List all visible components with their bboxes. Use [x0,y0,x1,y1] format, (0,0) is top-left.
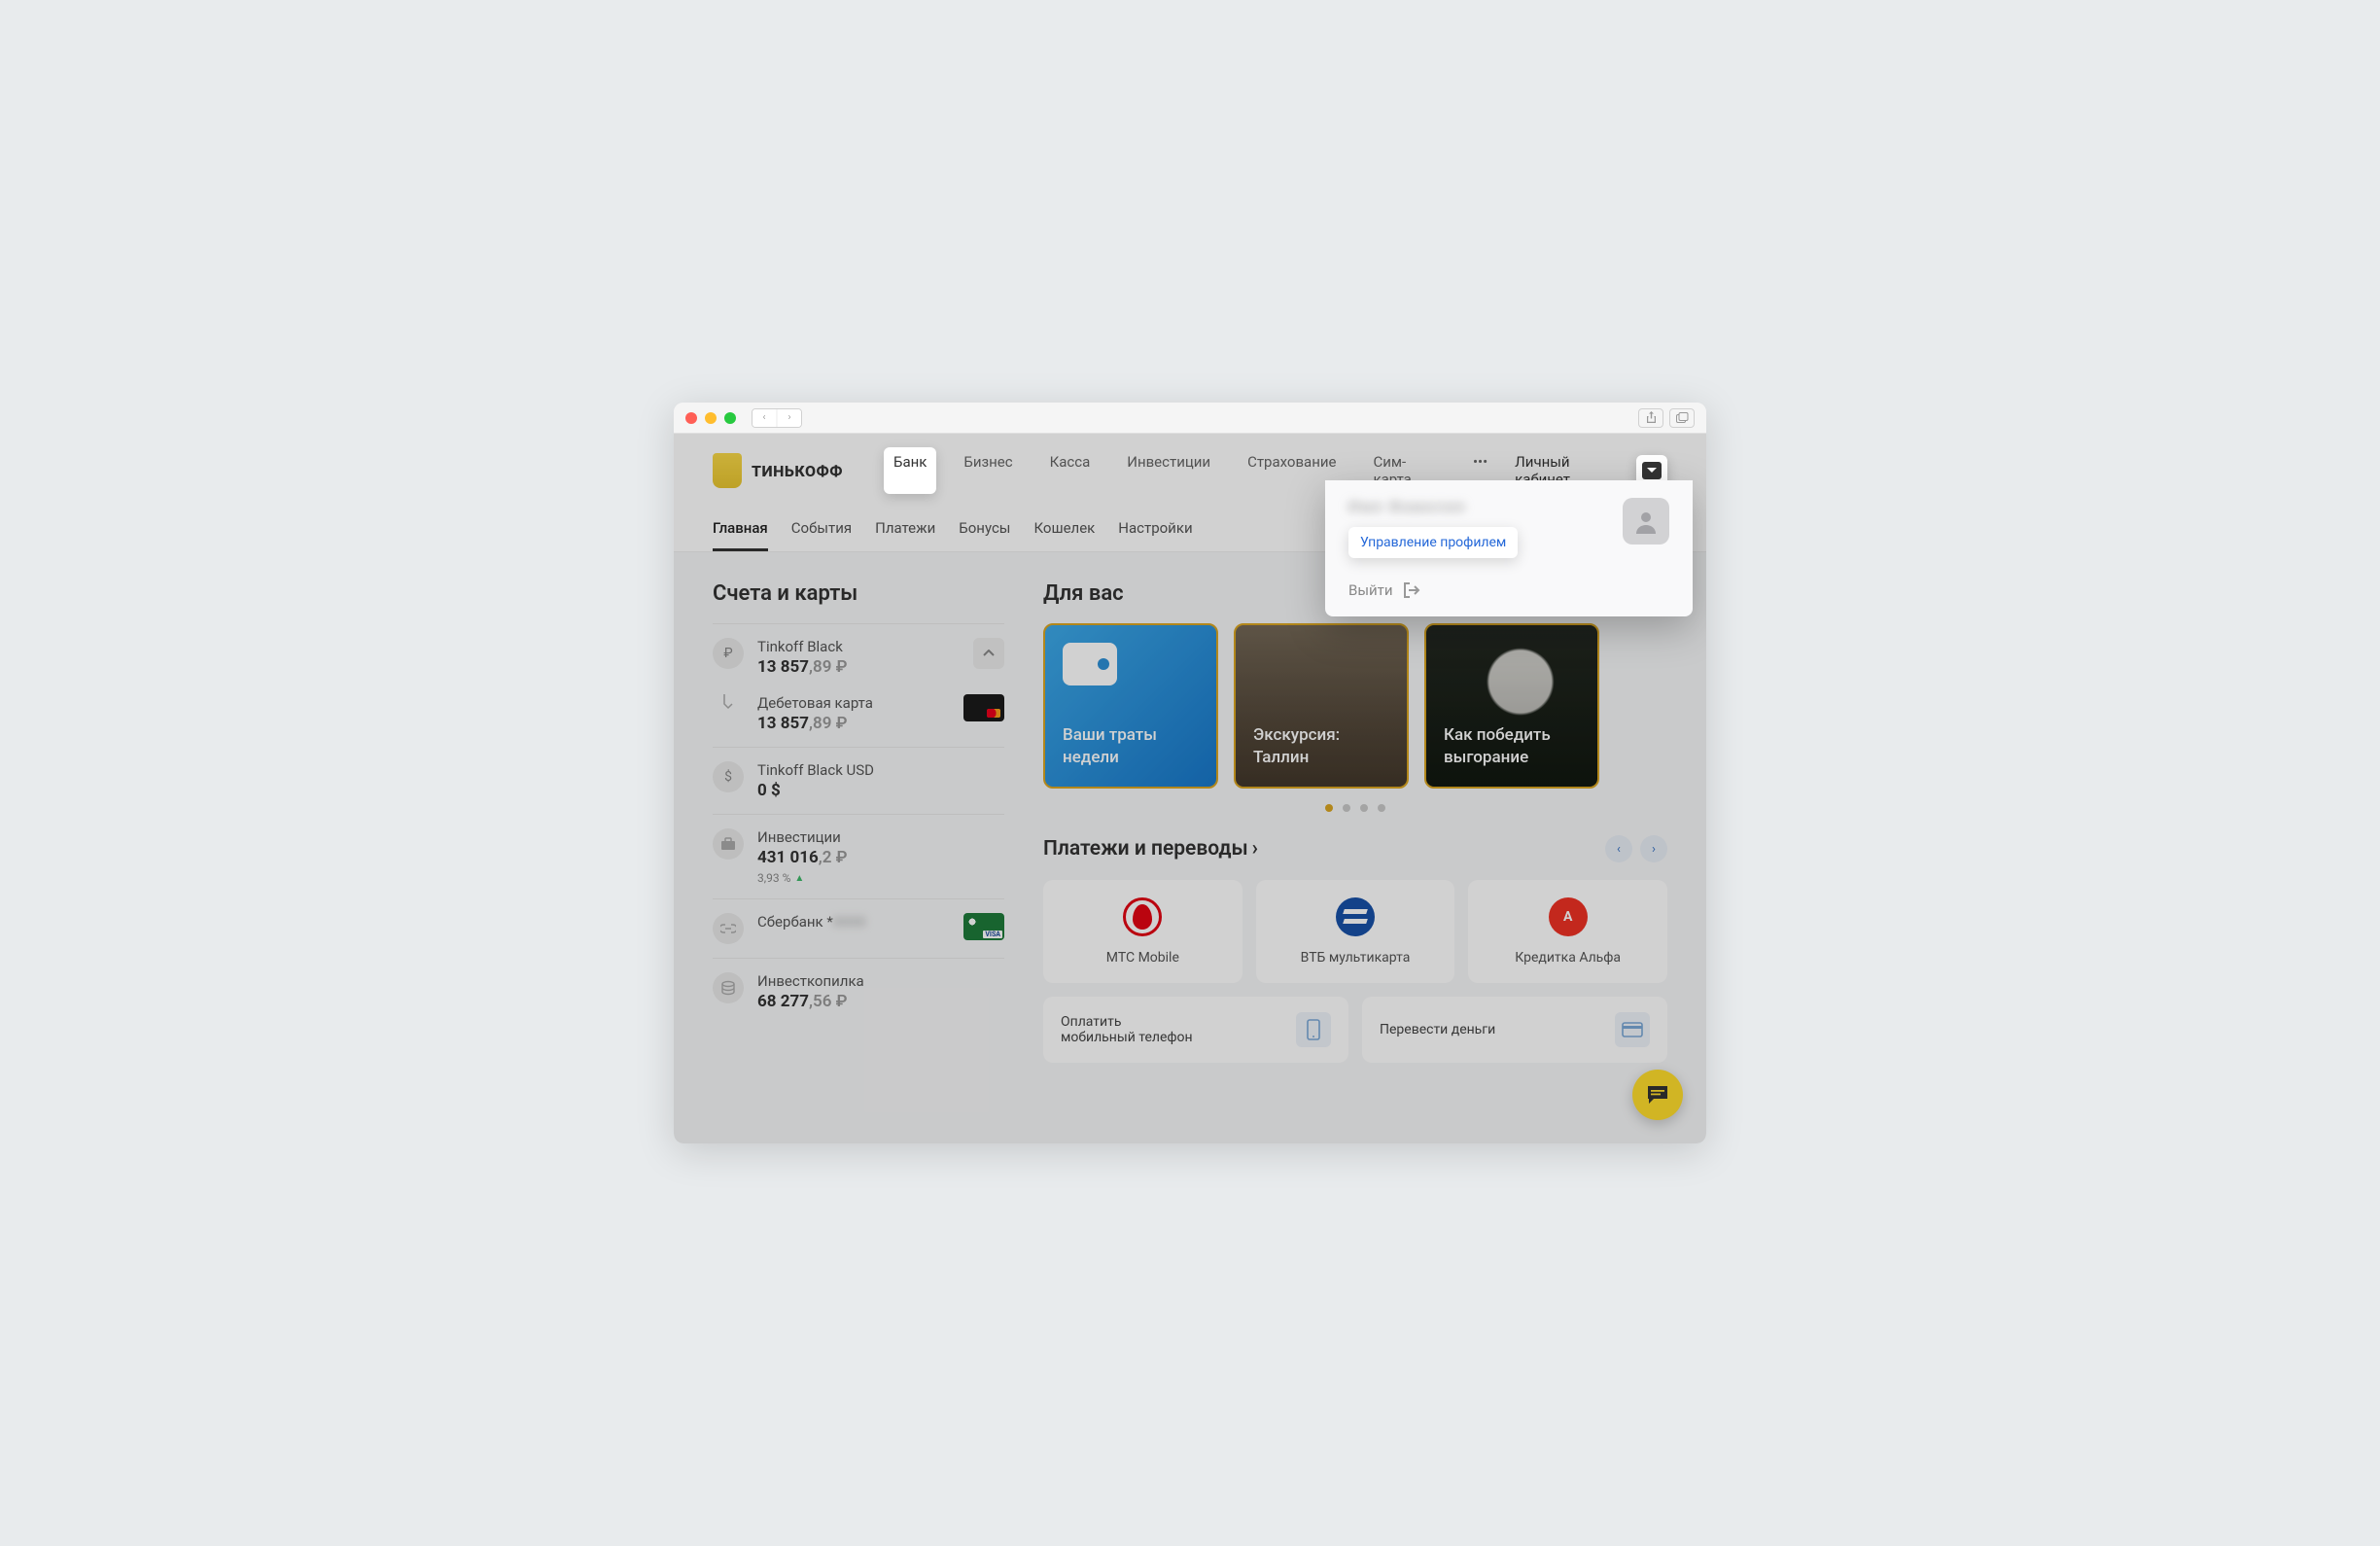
carousel-next[interactable]: › [1640,835,1667,862]
card-visa-icon: VISA [963,913,1004,940]
profile-dropdown: Имя Фамилия Управление профилем Выйти [1325,480,1693,616]
minimize-window[interactable] [705,412,717,424]
pager-dot[interactable] [1343,804,1350,812]
alfa-logo-icon: A [1549,897,1588,936]
for-you-cards: Ваши траты недели Экскурсия: Таллин Как … [1043,623,1667,789]
card-excursion[interactable]: Экскурсия: Таллин [1234,623,1409,789]
logo-text: ТИНЬКОФФ [752,462,843,480]
content: Для вас Ваши траты недели Экскурсия: Тал… [1043,581,1667,1063]
dollar-icon: $ [713,761,744,792]
account-balance: 431 016,2 ₽ [757,848,1004,867]
account-name: Инвестиции [757,828,1004,846]
phone-icon [1296,1012,1331,1047]
back-button[interactable]: ‹ [752,409,776,427]
browser-chrome: ‹ › [674,403,1706,434]
subnav-settings[interactable]: Настройки [1118,508,1192,551]
action-pay-mobile[interactable]: Оплатить мобильный телефон [1043,997,1348,1063]
payment-mts[interactable]: МТС Mobile [1043,880,1242,983]
card-burnout[interactable]: Как победить выгорание [1424,623,1599,789]
subnav-main[interactable]: Главная [713,508,768,551]
account-tinkoff-black[interactable]: ₽ Tinkoff Black 13 857,89 ₽ [713,623,1004,690]
tabs-icon[interactable] [1669,408,1695,428]
ruble-icon: ₽ [713,638,744,669]
account-name: Инвесткопилка [757,972,1004,990]
close-window[interactable] [685,412,697,424]
share-icon[interactable] [1638,408,1663,428]
account-tinkoff-usd[interactable]: $ Tinkoff Black USD 0 $ [713,747,1004,814]
pager [1043,804,1667,812]
subnav-payments[interactable]: Платежи [875,508,935,551]
logo[interactable]: ТИНЬКОФФ [713,453,843,488]
nav-kassa[interactable]: Касса [1040,447,1101,494]
account-name: Дебетовая карта [757,694,950,712]
action-label: Перевести деньги [1380,1022,1495,1037]
account-name: Сбербанк *0000 [757,913,950,931]
chat-fab[interactable] [1632,1070,1683,1120]
payment-label: Кредитка Альфа [1478,950,1658,966]
payment-alfa[interactable]: A Кредитка Альфа [1468,880,1667,983]
browser-window: ‹ › ТИНЬКОФФ Банк Бизнес Касса Инвестици… [674,403,1706,1143]
maximize-window[interactable] [724,412,736,424]
triangle-up-icon: ▲ [794,873,804,884]
collapse-button[interactable] [973,638,1004,669]
pager-dot[interactable] [1325,804,1333,812]
briefcase-icon [713,828,744,860]
account-balance: 68 277,56 ₽ [757,992,1004,1011]
nav-bank[interactable]: Банк [884,447,936,494]
account-investments[interactable]: Инвестиции 431 016,2 ₽ 3,93 % ▲ [713,814,1004,898]
forward-button[interactable]: › [778,409,801,427]
card-icon [1615,1012,1650,1047]
account-sberbank[interactable]: Сбербанк *0000 VISA [713,898,1004,958]
chevron-down-icon [1642,462,1662,479]
account-change: 3,93 % ▲ [757,871,1004,885]
app-content: ТИНЬКОФФ Банк Бизнес Касса Инвестиции Ст… [674,434,1706,1143]
subitem-arrow-icon [721,694,735,710]
card-spending[interactable]: Ваши траты недели [1043,623,1218,789]
subnav-events[interactable]: События [791,508,852,551]
profile-name: Имя Фамилия [1348,498,1518,515]
mts-logo-icon [1123,897,1162,936]
nav-buttons: ‹ › [752,408,802,428]
account-investkopilka[interactable]: Инвесткопилка 68 277,56 ₽ [713,958,1004,1025]
payment-label: ВТБ мультикарта [1266,950,1446,966]
link-icon [713,913,744,944]
chat-icon [1646,1084,1669,1106]
action-transfer[interactable]: Перевести деньги [1362,997,1667,1063]
card-thumbnail-icon [963,694,1004,721]
coins-icon [713,972,744,1003]
nav-invest[interactable]: Инвестиции [1117,447,1220,494]
pager-dot[interactable] [1378,804,1385,812]
manage-profile-button[interactable]: Управление профилем [1348,527,1518,558]
nav-business[interactable]: Бизнес [954,447,1022,494]
payments-title[interactable]: Платежи и переводы› [1043,837,1258,861]
pager-dot[interactable] [1360,804,1368,812]
account-balance: 0 $ [757,781,1004,800]
subnav-wallet[interactable]: Кошелек [1033,508,1095,551]
logout-label: Выйти [1348,581,1393,599]
account-balance: 13 857,89 ₽ [757,657,960,677]
payment-vtb[interactable]: ВТБ мультикарта [1256,880,1455,983]
sidebar: Счета и карты ₽ Tinkoff Black 13 857,89 … [713,581,1004,1063]
card-title: Ваши траты недели [1063,724,1199,769]
logout-button[interactable]: Выйти [1348,581,1669,599]
card-title: Экскурсия: Таллин [1253,724,1389,769]
account-name: Tinkoff Black USD [757,761,1004,779]
logout-icon [1403,582,1420,598]
avatar-placeholder-icon [1623,498,1669,545]
account-name: Tinkoff Black [757,638,960,655]
account-balance: 13 857,89 ₽ [757,714,950,733]
payment-label: МТС Mobile [1053,950,1233,966]
account-debit-card[interactable]: Дебетовая карта 13 857,89 ₽ [713,690,1004,747]
accounts-title: Счета и карты [713,581,1004,606]
wallet-icon [1063,643,1117,685]
carousel-prev[interactable]: ‹ [1605,835,1632,862]
traffic-lights [685,412,736,424]
subnav-bonuses[interactable]: Бонусы [959,508,1010,551]
card-title: Как победить выгорание [1444,724,1580,769]
logo-shield-icon [713,453,742,488]
vtb-logo-icon [1336,897,1375,936]
action-label: Оплатить мобильный телефон [1061,1014,1197,1045]
